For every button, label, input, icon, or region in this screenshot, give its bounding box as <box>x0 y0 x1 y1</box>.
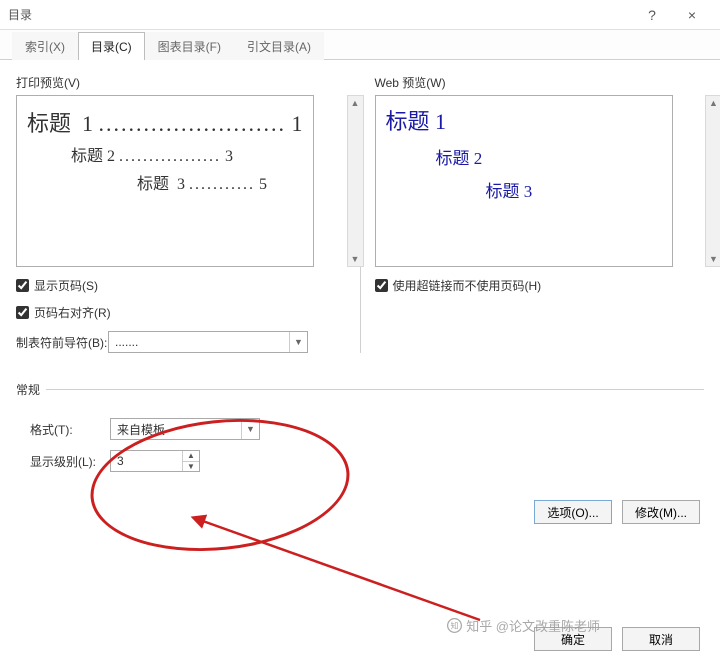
chevron-down-icon[interactable]: ▼ <box>289 332 307 352</box>
use-hyperlinks-input[interactable] <box>375 279 388 292</box>
web-preview-column: Web 预览(W) 标题 1 标题 2 标题 3 ▲ ▼ 使用超链接而不使用页码… <box>375 74 705 353</box>
use-hyperlinks-label: 使用超链接而不使用页码(H) <box>393 277 542 294</box>
tab-bar: 索引(X) 目录(C) 图表目录(F) 引文目录(A) <box>0 30 720 60</box>
general-section-label: 常规 <box>16 381 40 398</box>
show-page-numbers-input[interactable] <box>16 279 29 292</box>
watermark: 知 知乎 @论文改重陈老师 <box>447 616 600 635</box>
format-value: 来自模板 <box>111 421 241 438</box>
svg-text:知: 知 <box>451 621 459 631</box>
scroll-down-icon[interactable]: ▼ <box>348 252 363 266</box>
toc-entry-1-page: 1 <box>292 111 303 137</box>
web-preview-label: Web 预览(W) <box>375 74 705 91</box>
right-align-pages-input[interactable] <box>16 306 29 319</box>
zhihu-icon: 知 <box>447 618 462 633</box>
show-levels-label: 显示级别(L): <box>30 453 110 470</box>
modify-button[interactable]: 修改(M)... <box>622 500 700 524</box>
toc-entry-3-page: 5 <box>259 176 267 194</box>
web-preview-box: 标题 1 标题 2 标题 3 <box>375 95 673 267</box>
help-button[interactable]: ? <box>632 7 672 23</box>
format-combo[interactable]: 来自模板 ▼ <box>110 418 260 440</box>
right-align-pages-label: 页码右对齐(R) <box>34 304 111 321</box>
web-entry-2: 标题 2 <box>386 144 662 169</box>
format-label: 格式(T): <box>30 421 110 438</box>
chevron-down-icon[interactable]: ▼ <box>241 419 259 439</box>
options-button[interactable]: 选项(O)... <box>534 500 612 524</box>
toc-entry-2-title: 标题 <box>71 142 103 166</box>
tab-leader-value: ....... <box>109 335 289 349</box>
scroll-down-icon[interactable]: ▼ <box>706 252 720 266</box>
toc-entry-1-num: 1 <box>82 111 93 137</box>
show-levels-value: 3 <box>111 451 182 471</box>
right-align-pages-checkbox[interactable]: 页码右对齐(R) <box>16 304 346 321</box>
show-page-numbers-checkbox[interactable]: 显示页码(S) <box>16 277 346 294</box>
toc-entry-3-title: 标题 <box>137 170 169 194</box>
toc-entry-2-dots: ................. <box>119 148 221 166</box>
cancel-button[interactable]: 取消 <box>622 627 700 651</box>
scroll-up-icon[interactable]: ▲ <box>706 96 720 110</box>
watermark-text: 知乎 @论文改重陈老师 <box>466 616 600 635</box>
section-divider <box>46 389 704 390</box>
toc-entry-2-num: 2 <box>107 148 115 166</box>
print-preview-box: 标题 1 ......................... 1 标题 2 ..… <box>16 95 314 267</box>
tab-leader-combo[interactable]: ....... ▼ <box>108 331 308 353</box>
tab-authorities[interactable]: 引文目录(A) <box>234 32 324 60</box>
print-preview-label: 打印预览(V) <box>16 74 346 91</box>
close-button[interactable]: × <box>672 7 712 23</box>
spin-down-icon[interactable]: ▼ <box>183 462 199 472</box>
tab-leader-label: 制表符前导符(B): <box>16 334 108 351</box>
toc-entry-1-dots: ......................... <box>99 111 287 137</box>
dialog-title: 目录 <box>8 6 632 23</box>
use-hyperlinks-checkbox[interactable]: 使用超链接而不使用页码(H) <box>375 277 705 294</box>
show-page-numbers-label: 显示页码(S) <box>34 277 98 294</box>
toc-entry-3-dots: ........... <box>189 176 255 194</box>
web-entry-3: 标题 3 <box>386 177 662 202</box>
web-entry-1: 标题 1 <box>386 104 662 136</box>
toc-entry-1-title: 标题 <box>27 106 71 138</box>
print-preview-scrollbar[interactable]: ▲ ▼ <box>347 95 364 267</box>
toc-entry-2-page: 3 <box>225 148 233 166</box>
tab-toc[interactable]: 目录(C) <box>78 32 145 60</box>
tab-figures[interactable]: 图表目录(F) <box>145 32 234 60</box>
scroll-up-icon[interactable]: ▲ <box>348 96 363 110</box>
web-preview-scrollbar[interactable]: ▲ ▼ <box>705 95 720 267</box>
tab-index[interactable]: 索引(X) <box>12 32 78 60</box>
show-levels-spinner[interactable]: 3 ▲ ▼ <box>110 450 200 472</box>
spin-up-icon[interactable]: ▲ <box>183 451 199 462</box>
annotation-arrow <box>190 510 490 630</box>
print-preview-column: 打印预览(V) 标题 1 ......................... 1… <box>16 74 346 353</box>
toc-entry-3-num: 3 <box>177 176 185 194</box>
